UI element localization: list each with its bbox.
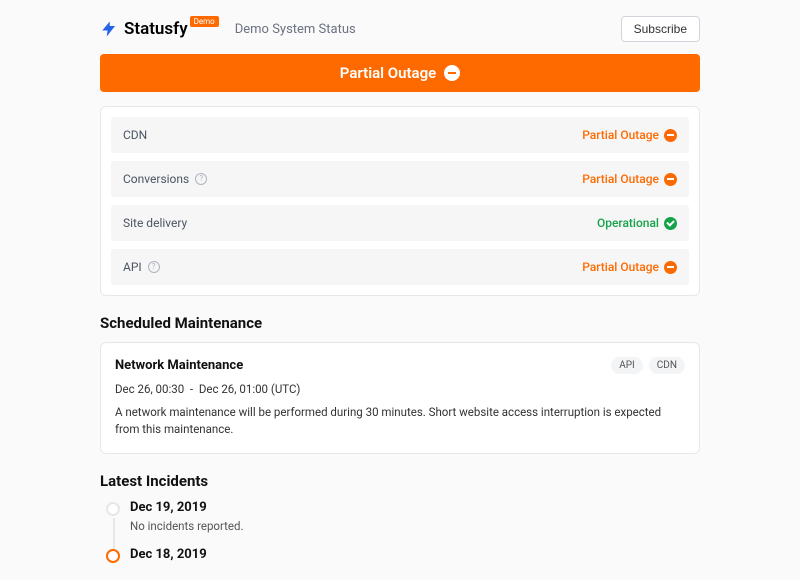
tag[interactable]: CDN	[649, 357, 685, 374]
minus-circle-icon	[664, 261, 677, 274]
minus-circle-icon	[664, 173, 677, 186]
subscribe-button[interactable]: Subscribe	[621, 16, 700, 42]
help-icon[interactable]	[195, 173, 207, 185]
maintenance-time: Dec 26, 00:30 - Dec 26, 01:00 (UTC)	[115, 382, 685, 396]
system-status-text: Partial Outage	[582, 128, 659, 142]
header: Statusfy Demo Demo System Status Subscri…	[100, 16, 700, 54]
scheduled-maintenance-heading: Scheduled Maintenance	[100, 314, 700, 332]
maintenance-description: A network maintenance will be performed …	[115, 404, 685, 439]
minus-circle-icon	[664, 129, 677, 142]
system-name: API	[123, 260, 142, 274]
maintenance-card: Network Maintenance API CDN Dec 26, 00:30…	[100, 342, 700, 454]
brand-name: Statusfy	[124, 19, 188, 39]
incident-date[interactable]: Dec 19, 2019	[130, 500, 700, 515]
system-status-text: Operational	[597, 216, 659, 230]
status-banner-text: Partial Outage	[340, 64, 436, 82]
check-circle-icon	[664, 217, 677, 230]
timeline-dot-icon	[106, 502, 120, 516]
maintenance-time-sep: -	[190, 382, 193, 396]
maintenance-tags: API CDN	[611, 357, 685, 374]
tag[interactable]: API	[611, 357, 643, 374]
status-banner: Partial Outage	[100, 54, 700, 92]
brand-badge: Demo	[190, 16, 219, 27]
page-subtitle: Demo System Status	[235, 22, 356, 37]
incident-date[interactable]: Dec 18, 2019	[130, 547, 700, 562]
timeline-dot-icon	[106, 549, 120, 563]
maintenance-title[interactable]: Network Maintenance	[115, 358, 243, 373]
incident-item: Dec 19, 2019 No incidents reported.	[106, 500, 700, 547]
system-row: Conversions Partial Outage	[111, 161, 689, 197]
maintenance-time-start: Dec 26, 00:30	[115, 382, 184, 396]
system-row: CDN Partial Outage	[111, 117, 689, 153]
system-row: API Partial Outage	[111, 249, 689, 285]
system-name: Conversions	[123, 172, 189, 186]
incident-text: No incidents reported.	[130, 519, 700, 533]
systems-card: CDN Partial Outage Conversions Partial Outa…	[100, 106, 700, 296]
incident-list: Dec 19, 2019 No incidents reported. Dec 18…	[106, 500, 700, 580]
incident-item: Dec 18, 2019	[106, 547, 700, 580]
latest-incidents-heading: Latest Incidents	[100, 472, 700, 490]
system-status-text: Partial Outage	[582, 172, 659, 186]
help-icon[interactable]	[148, 261, 160, 273]
system-name: Site delivery	[123, 216, 187, 230]
minus-circle-icon	[444, 65, 460, 81]
system-name: CDN	[123, 128, 147, 142]
system-row: Site delivery Operational	[111, 205, 689, 241]
lightning-icon	[100, 20, 118, 38]
brand: Statusfy Demo Demo System Status	[100, 19, 356, 39]
maintenance-time-end: Dec 26, 01:00 (UTC)	[199, 382, 301, 396]
system-status-text: Partial Outage	[582, 260, 659, 274]
